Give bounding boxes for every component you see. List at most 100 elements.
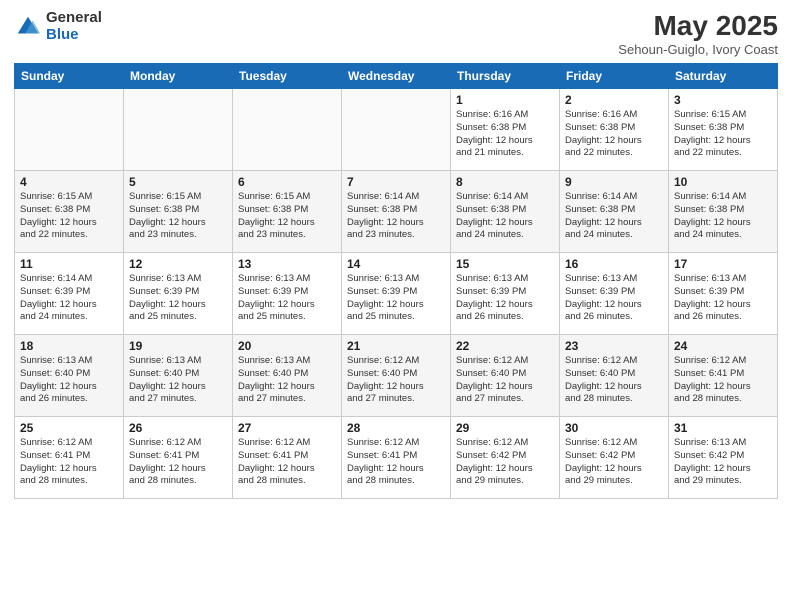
day-number: 8	[456, 175, 554, 189]
day-info: Sunrise: 6:13 AM Sunset: 6:40 PM Dayligh…	[20, 355, 118, 406]
col-sunday: Sunday	[15, 64, 124, 89]
day-number: 24	[674, 339, 772, 353]
col-tuesday: Tuesday	[233, 64, 342, 89]
day-number: 23	[565, 339, 663, 353]
logo-icon	[14, 13, 42, 41]
day-number: 2	[565, 93, 663, 107]
day-cell-3-0: 18 Sunrise: 6:13 AM Sunset: 6:40 PM Dayli…	[15, 335, 124, 417]
page-container: General Blue May 2025 Sehoun-Guiglo, Ivo…	[0, 0, 792, 612]
calendar: Sunday Monday Tuesday Wednesday Thursday…	[14, 63, 778, 499]
day-info: Sunrise: 6:12 AM Sunset: 6:40 PM Dayligh…	[456, 355, 554, 406]
logo-general: General	[46, 10, 102, 27]
title-section: May 2025 Sehoun-Guiglo, Ivory Coast	[618, 10, 778, 57]
week-row-1: 1Sunrise: 6:16 AM Sunset: 6:38 PM Daylig…	[15, 89, 778, 171]
day-number: 27	[238, 421, 336, 435]
col-saturday: Saturday	[669, 64, 778, 89]
day-cell-3-3: 21 Sunrise: 6:12 AM Sunset: 6:40 PM Dayli…	[342, 335, 451, 417]
day-info: Sunrise: 6:13 AM Sunset: 6:39 PM Dayligh…	[238, 273, 336, 324]
day-cell-3-1: 19Sunrise: 6:13 AM Sunset: 6:40 PM Dayli…	[124, 335, 233, 417]
day-number: 20	[238, 339, 336, 353]
day-cell-4-3: 28Sunrise: 6:12 AM Sunset: 6:41 PM Dayli…	[342, 417, 451, 499]
day-info: Sunrise: 6:15 AM Sunset: 6:38 PM Dayligh…	[20, 191, 118, 242]
day-cell-3-2: 20 Sunrise: 6:13 AM Sunset: 6:40 PM Dayli…	[233, 335, 342, 417]
day-number: 12	[129, 257, 227, 271]
day-cell-0-1	[124, 89, 233, 171]
day-info: Sunrise: 6:13 AM Sunset: 6:39 PM Dayligh…	[674, 273, 772, 324]
day-number: 15	[456, 257, 554, 271]
day-info: Sunrise: 6:15 AM Sunset: 6:38 PM Dayligh…	[674, 109, 772, 160]
day-info: Sunrise: 6:12 AM Sunset: 6:41 PM Dayligh…	[20, 437, 118, 488]
day-number: 26	[129, 421, 227, 435]
day-info: Sunrise: 6:13 AM Sunset: 6:39 PM Dayligh…	[129, 273, 227, 324]
day-info: Sunrise: 6:13 AM Sunset: 6:40 PM Dayligh…	[238, 355, 336, 406]
day-cell-0-2	[233, 89, 342, 171]
header: General Blue May 2025 Sehoun-Guiglo, Ivo…	[14, 10, 778, 57]
day-cell-1-2: 6 Sunrise: 6:15 AM Sunset: 6:38 PM Daylig…	[233, 171, 342, 253]
day-cell-0-3	[342, 89, 451, 171]
day-number: 14	[347, 257, 445, 271]
day-info: Sunrise: 6:14 AM Sunset: 6:38 PM Dayligh…	[456, 191, 554, 242]
day-info: Sunrise: 6:12 AM Sunset: 6:42 PM Dayligh…	[565, 437, 663, 488]
day-number: 25	[20, 421, 118, 435]
day-info: Sunrise: 6:12 AM Sunset: 6:41 PM Dayligh…	[238, 437, 336, 488]
week-row-2: 4 Sunrise: 6:15 AM Sunset: 6:38 PM Daylig…	[15, 171, 778, 253]
day-cell-0-0	[15, 89, 124, 171]
day-cell-2-1: 12 Sunrise: 6:13 AM Sunset: 6:39 PM Dayli…	[124, 253, 233, 335]
day-number: 9	[565, 175, 663, 189]
day-cell-1-1: 5 Sunrise: 6:15 AM Sunset: 6:38 PM Daylig…	[124, 171, 233, 253]
day-cell-2-5: 16 Sunrise: 6:13 AM Sunset: 6:39 PM Dayli…	[560, 253, 669, 335]
day-cell-2-0: 11Sunrise: 6:14 AM Sunset: 6:39 PM Dayli…	[15, 253, 124, 335]
day-number: 22	[456, 339, 554, 353]
day-info: Sunrise: 6:15 AM Sunset: 6:38 PM Dayligh…	[238, 191, 336, 242]
day-info: Sunrise: 6:12 AM Sunset: 6:40 PM Dayligh…	[565, 355, 663, 406]
day-number: 28	[347, 421, 445, 435]
day-number: 10	[674, 175, 772, 189]
day-number: 21	[347, 339, 445, 353]
day-number: 18	[20, 339, 118, 353]
day-number: 7	[347, 175, 445, 189]
location: Sehoun-Guiglo, Ivory Coast	[618, 42, 778, 57]
day-number: 6	[238, 175, 336, 189]
day-info: Sunrise: 6:13 AM Sunset: 6:39 PM Dayligh…	[456, 273, 554, 324]
day-cell-3-4: 22 Sunrise: 6:12 AM Sunset: 6:40 PM Dayli…	[451, 335, 560, 417]
day-info: Sunrise: 6:14 AM Sunset: 6:38 PM Dayligh…	[565, 191, 663, 242]
day-number: 1	[456, 93, 554, 107]
week-row-4: 18 Sunrise: 6:13 AM Sunset: 6:40 PM Dayli…	[15, 335, 778, 417]
logo-text: General Blue	[46, 10, 102, 43]
col-thursday: Thursday	[451, 64, 560, 89]
day-info: Sunrise: 6:13 AM Sunset: 6:42 PM Dayligh…	[674, 437, 772, 488]
day-cell-2-3: 14 Sunrise: 6:13 AM Sunset: 6:39 PM Dayli…	[342, 253, 451, 335]
day-info: Sunrise: 6:15 AM Sunset: 6:38 PM Dayligh…	[129, 191, 227, 242]
day-info: Sunrise: 6:12 AM Sunset: 6:40 PM Dayligh…	[347, 355, 445, 406]
day-number: 16	[565, 257, 663, 271]
col-wednesday: Wednesday	[342, 64, 451, 89]
day-number: 4	[20, 175, 118, 189]
day-cell-3-6: 24Sunrise: 6:12 AM Sunset: 6:41 PM Dayli…	[669, 335, 778, 417]
day-number: 5	[129, 175, 227, 189]
day-info: Sunrise: 6:12 AM Sunset: 6:42 PM Dayligh…	[456, 437, 554, 488]
week-row-5: 25 Sunrise: 6:12 AM Sunset: 6:41 PM Dayli…	[15, 417, 778, 499]
week-row-3: 11Sunrise: 6:14 AM Sunset: 6:39 PM Dayli…	[15, 253, 778, 335]
day-cell-4-6: 31Sunrise: 6:13 AM Sunset: 6:42 PM Dayli…	[669, 417, 778, 499]
day-info: Sunrise: 6:12 AM Sunset: 6:41 PM Dayligh…	[129, 437, 227, 488]
day-number: 17	[674, 257, 772, 271]
day-cell-1-5: 9 Sunrise: 6:14 AM Sunset: 6:38 PM Daylig…	[560, 171, 669, 253]
day-number: 29	[456, 421, 554, 435]
day-cell-0-6: 3 Sunrise: 6:15 AM Sunset: 6:38 PM Daylig…	[669, 89, 778, 171]
day-number: 19	[129, 339, 227, 353]
day-cell-1-4: 8 Sunrise: 6:14 AM Sunset: 6:38 PM Daylig…	[451, 171, 560, 253]
day-cell-2-6: 17 Sunrise: 6:13 AM Sunset: 6:39 PM Dayli…	[669, 253, 778, 335]
day-cell-2-4: 15 Sunrise: 6:13 AM Sunset: 6:39 PM Dayli…	[451, 253, 560, 335]
col-monday: Monday	[124, 64, 233, 89]
day-cell-0-5: 2Sunrise: 6:16 AM Sunset: 6:38 PM Daylig…	[560, 89, 669, 171]
day-info: Sunrise: 6:13 AM Sunset: 6:39 PM Dayligh…	[565, 273, 663, 324]
day-cell-1-6: 10Sunrise: 6:14 AM Sunset: 6:38 PM Dayli…	[669, 171, 778, 253]
day-number: 3	[674, 93, 772, 107]
day-cell-0-4: 1Sunrise: 6:16 AM Sunset: 6:38 PM Daylig…	[451, 89, 560, 171]
day-info: Sunrise: 6:13 AM Sunset: 6:39 PM Dayligh…	[347, 273, 445, 324]
calendar-header-row: Sunday Monday Tuesday Wednesday Thursday…	[15, 64, 778, 89]
col-friday: Friday	[560, 64, 669, 89]
logo-blue: Blue	[46, 27, 102, 44]
day-number: 13	[238, 257, 336, 271]
day-number: 11	[20, 257, 118, 271]
